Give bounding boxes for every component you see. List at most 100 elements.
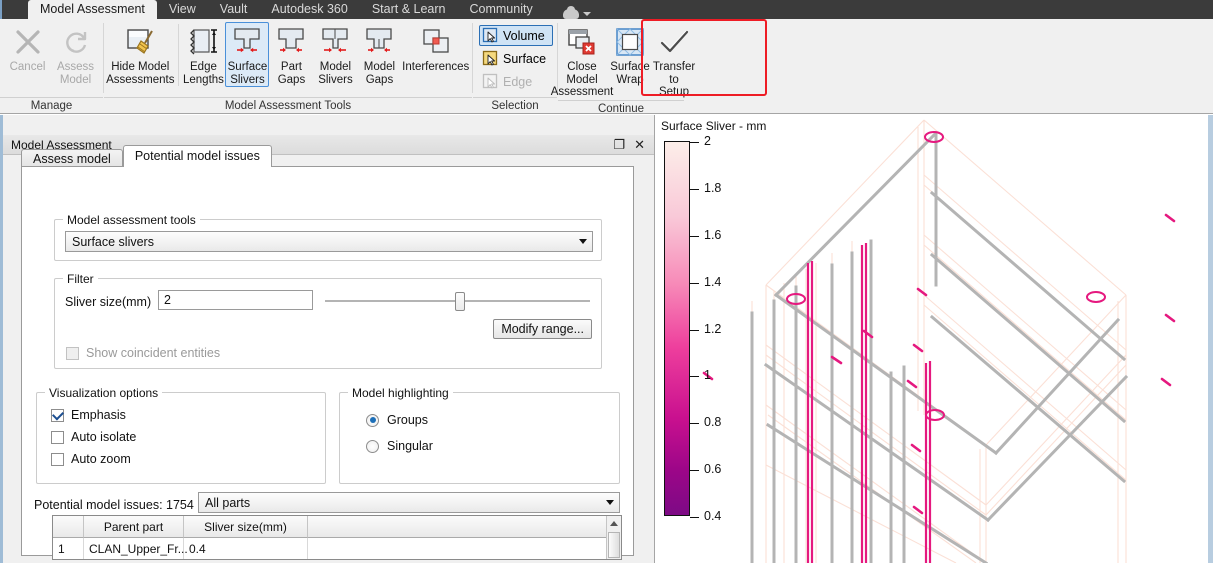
visualization-options-group-label: Visualization options [45, 386, 163, 400]
table-header-index [53, 516, 84, 538]
table-header-parent-part[interactable]: Parent part [84, 516, 184, 538]
tab-page-potential-model-issues: Model assessment tools Surface slivers F… [21, 166, 634, 560]
show-coincident-entities-checkbox[interactable] [66, 346, 79, 360]
edge-lengths-icon [187, 26, 219, 58]
legend-tick-label: 0.4 [704, 509, 722, 523]
model-highlighting-group-label: Model highlighting [348, 386, 453, 400]
close-model-assessment-button[interactable]: Close Model Assessment [551, 22, 613, 100]
table-header-sliver-size[interactable]: Sliver size(mm) [184, 516, 308, 538]
legend-tick-label: 1.6 [704, 227, 722, 242]
ribbon-tab-view[interactable]: View [157, 0, 208, 19]
auto-isolate-row[interactable]: Auto isolate [51, 430, 136, 444]
panel-inner-divider [177, 24, 179, 86]
ribbon-tab-model-assessment[interactable]: Model Assessment [28, 0, 157, 19]
surface-slivers-icon [231, 26, 263, 58]
tab-potential-model-issues[interactable]: Potential model issues [122, 145, 272, 167]
model-assessment-tools-select[interactable]: Surface slivers [65, 231, 593, 252]
slider-thumb[interactable] [455, 292, 466, 311]
groups-radio[interactable] [366, 413, 379, 427]
ribbon-panel-selection: Volume Surface Edge Selection [473, 19, 557, 114]
hide-model-assessments-button[interactable]: Hide Model Assessments [106, 22, 175, 87]
parts-filter-select[interactable]: All parts [198, 492, 620, 513]
sliver-size-input[interactable]: 2 [158, 290, 313, 310]
model-slivers-label-line1: Model [319, 61, 352, 73]
transfer-to-setup-label-line2: to Setup [658, 73, 690, 99]
table-row[interactable]: 1 CLAN_Upper_Fr... 0.4 [53, 538, 621, 559]
surface-slivers-button[interactable]: Surface Slivers [225, 22, 270, 87]
legend-tick [690, 423, 699, 425]
assess-model-button-label-line2: Model [59, 73, 92, 86]
cloud-status-button[interactable] [562, 6, 591, 19]
cancel-button[interactable]: Cancel [4, 22, 52, 75]
auto-zoom-row[interactable]: Auto zoom [51, 452, 136, 466]
ribbon-tab-community[interactable]: Community [457, 0, 544, 19]
sliver-size-input-value: 2 [164, 293, 171, 307]
legend-tick-label: 0.8 [704, 415, 722, 430]
table-vertical-scrollbar[interactable] [606, 516, 621, 559]
assess-model-button[interactable]: Assess Model [52, 22, 100, 87]
issues-count-label: Potential model issues: 1754 [34, 498, 194, 512]
surface-slivers-label-line2: Slivers [230, 73, 265, 86]
surface-select-icon [482, 50, 499, 67]
table-cell-blank [308, 538, 621, 559]
table-header-blank [308, 516, 621, 538]
issues-table[interactable]: Parent part Sliver size(mm) 1 CLAN_Upper… [52, 515, 622, 560]
ribbon-tab-autodesk-360[interactable]: Autodesk 360 [259, 0, 359, 19]
legend-tick-label: 0.6 [704, 462, 722, 477]
legend-tick-label: 1 [704, 368, 711, 383]
close-model-assessment-icon [566, 26, 598, 58]
scrollbar-thumb[interactable] [608, 532, 620, 558]
ribbon-tab-vault[interactable]: Vault [208, 0, 260, 19]
legend-tick-label: 1.2 [704, 321, 722, 336]
surface-wrap-button[interactable]: Surface Wrap [608, 22, 652, 87]
ribbon-tab-bar: Model Assessment View Vault Autodesk 360… [0, 0, 1213, 19]
panel-inner: Model Assessment ❐ ✕ Assess model Potent… [3, 135, 654, 563]
part-gaps-label-line1: Part [280, 61, 302, 73]
sliver-size-slider[interactable] [325, 290, 590, 312]
transfer-to-setup-button[interactable]: Transfer to Setup [652, 22, 696, 100]
chevron-down-icon [601, 493, 619, 512]
visualization-options-group: Visualization options Emphasis Auto isol… [36, 386, 326, 484]
ribbon: Cancel Assess Model Manage Hide Model As… [0, 19, 1213, 115]
edge-lengths-button[interactable]: Edge Lengths [181, 22, 225, 87]
ribbon-tab-start-and-learn[interactable]: Start & Learn [360, 0, 458, 19]
viewport-right-edge [1208, 115, 1213, 563]
model-gaps-label-line2: Gaps [365, 73, 394, 86]
table-cell-parent-part: CLAN_Upper_Fr... [84, 538, 188, 559]
model-slivers-icon [319, 26, 351, 58]
model-slivers-button[interactable]: Model Slivers [313, 22, 357, 87]
selection-edge-button[interactable]: Edge [479, 71, 553, 92]
legend-tick-label: 2 [704, 134, 711, 148]
hide-model-assessments-label-line1: Hide Model [111, 61, 170, 73]
scroll-up-icon[interactable] [607, 516, 621, 531]
close-icon[interactable]: ✕ [634, 138, 645, 151]
surface-wrap-label: Surface Wrap [610, 61, 650, 86]
auto-isolate-checkbox[interactable] [51, 430, 64, 444]
model-gaps-button[interactable]: Model Gaps [357, 22, 401, 87]
selection-surface-button[interactable]: Surface [479, 48, 553, 69]
table-header-row: Parent part Sliver size(mm) [53, 516, 621, 538]
model-viewport[interactable]: Surface Sliver - mm 2 1.8 1.6 1.4 1.2 1 0.8 0.6… [656, 115, 1213, 563]
chevron-down-icon [582, 12, 591, 16]
part-gaps-button[interactable]: Part Gaps [269, 22, 313, 87]
groups-radio-row[interactable]: Groups [366, 413, 433, 427]
singular-radio[interactable] [366, 439, 379, 453]
transfer-to-setup-check-icon [658, 26, 690, 58]
interferences-button[interactable]: Interferences [401, 22, 470, 75]
surface-wrap-icon [614, 26, 646, 58]
selection-volume-button[interactable]: Volume [479, 25, 554, 46]
cancel-button-label: Cancel [9, 61, 46, 73]
model-assessment-tools-select-value: Surface slivers [72, 234, 154, 249]
show-coincident-entities-row[interactable]: Show coincident entities [66, 346, 220, 360]
auto-zoom-checkbox[interactable] [51, 452, 64, 466]
singular-radio-row[interactable]: Singular [366, 439, 433, 453]
emphasis-row[interactable]: Emphasis [51, 408, 136, 422]
model-gaps-icon [363, 26, 395, 58]
restore-icon[interactable]: ❐ [613, 138, 625, 151]
emphasis-checkbox[interactable] [51, 408, 64, 422]
model-highlighting-group: Model highlighting Groups Singular [339, 386, 620, 484]
modify-range-button[interactable]: Modify range... [493, 319, 592, 339]
assess-model-button-label-line1: Assess [56, 61, 95, 73]
edge-select-icon [482, 73, 499, 90]
ribbon-panel-model-assessment-tools-title: Model Assessment Tools [104, 97, 472, 114]
